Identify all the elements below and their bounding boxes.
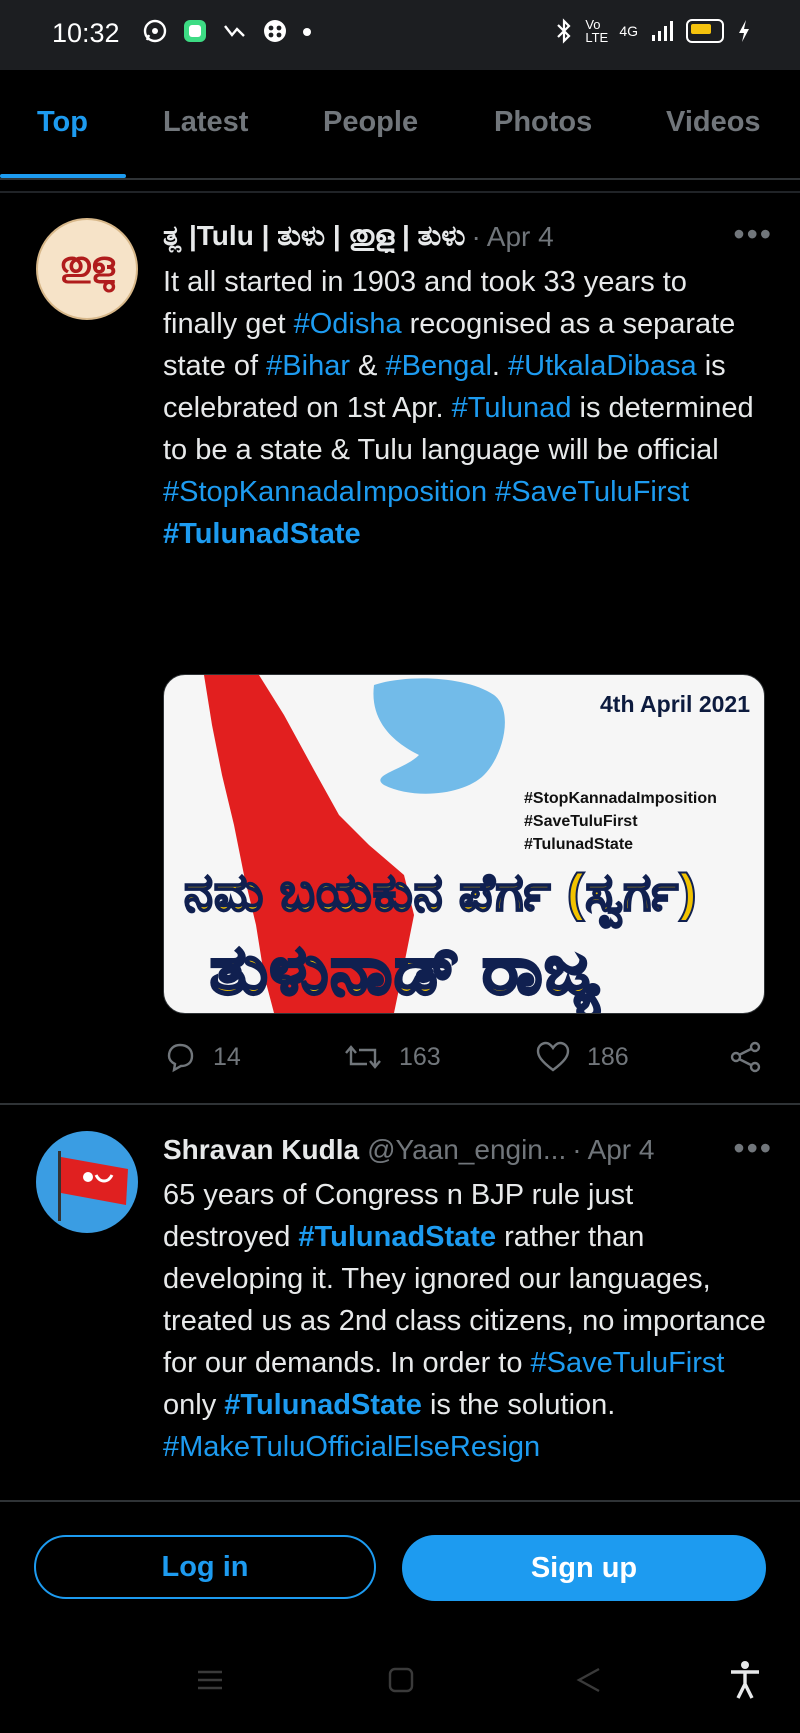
image-hashtag: #TulunadState [524, 836, 634, 853]
tweet-image[interactable]: 4th April 2021 #StopKannadaImposition #S… [163, 674, 765, 1014]
hashtag-link[interactable]: #SaveTuluFirst [495, 476, 689, 508]
tab-people[interactable]: People [323, 106, 418, 139]
hashtag-link[interactable]: #Odisha [294, 308, 402, 340]
flag-avatar-image [58, 1151, 128, 1221]
user-handle[interactable]: @Yaan_engin... [367, 1134, 566, 1166]
clock: 10:32 [52, 18, 120, 48]
hashtag-link[interactable]: #MakeTuluOfficialElseResign [163, 1431, 540, 1463]
battery-icon [686, 19, 724, 43]
log-in-button[interactable]: Log in [34, 1535, 376, 1599]
menu-icon[interactable] [196, 1666, 224, 1694]
more-options-icon[interactable]: ••• [733, 1130, 773, 1167]
like-count: 186 [587, 1042, 629, 1071]
more-options-icon[interactable]: ••• [733, 216, 773, 253]
display-name[interactable]: Shravan Kudla [163, 1134, 359, 1166]
app-notification-icon [184, 20, 206, 42]
status-bar: 10:32 Vo LTE 4G [0, 0, 800, 70]
like-button[interactable]: 186 [535, 1040, 629, 1074]
tab-latest[interactable]: Latest [163, 106, 248, 139]
tweet-body: ತ್ಲ |Tulu | ತುಳು | തുളു | ತುಳು · Apr 4 •… [163, 216, 771, 555]
tweet-text: It all started in 1903 and took 33 years… [163, 261, 767, 555]
tweet-text-segment: & [350, 350, 386, 382]
avatar[interactable] [36, 1131, 138, 1233]
signal-icon [652, 21, 673, 41]
notification-icons [142, 18, 312, 44]
game-icon [264, 20, 286, 42]
hashtag-link[interactable]: #Tulunad [452, 392, 572, 424]
avatar[interactable]: തുളു [36, 218, 138, 320]
active-tab-indicator [0, 174, 126, 178]
tweet-text: 65 years of Congress n BJP rule just des… [163, 1174, 767, 1520]
tab-top[interactable]: Top [37, 106, 88, 139]
hashtag-link[interactable]: #Bengal [385, 350, 491, 382]
hashtag-link[interactable]: #UtkalaDibasa [508, 350, 697, 382]
image-hashtag: #StopKannadaImposition [524, 790, 717, 807]
hashtag-link[interactable]: #Bihar [266, 350, 350, 382]
tweet-text-segment: . [491, 350, 509, 382]
tweet-text-segment [487, 476, 495, 508]
tab-videos[interactable]: Videos [666, 106, 761, 139]
separator-dot: · [572, 1134, 582, 1165]
charging-icon [739, 20, 749, 42]
missed-call-icon [224, 25, 245, 37]
more-notifications-dot-icon [303, 28, 311, 36]
tweet-body: Shravan Kudla @Yaan_engin... · Apr 4 •••… [163, 1130, 771, 1520]
tab-photos[interactable]: Photos [494, 106, 592, 139]
heart-icon [536, 1041, 570, 1072]
accessibility-icon[interactable] [728, 1660, 762, 1700]
image-hashtags: #StopKannadaImposition #SaveTuluFirst #T… [524, 787, 717, 856]
image-caption-line1: ನಮ ಬಯಕುನ ಪೆರ್ಗ (ಸ್ವರ್ಗ) [183, 863, 698, 923]
back-icon[interactable] [575, 1666, 603, 1694]
bluetooth-icon [557, 18, 571, 44]
separator-dot: · [471, 220, 481, 252]
hashtag-link[interactable]: #StopKannadaImposition [163, 476, 487, 508]
tweet-date[interactable]: Apr 4 [487, 221, 554, 253]
volte-indicator: Vo LTE [585, 17, 609, 45]
hashtag-link[interactable]: #TulunadState [298, 1221, 496, 1253]
reply-icon [167, 1043, 194, 1073]
display-name[interactable]: ತ್ಲ |Tulu | ತುಳು | തുളു | ತುಳು [163, 220, 465, 253]
image-hashtag: #SaveTuluFirst [524, 813, 638, 830]
network-type: 4G [619, 23, 638, 39]
system-icons: Vo LTE 4G [555, 18, 752, 44]
divider [0, 1103, 800, 1105]
whatsapp-icon [143, 19, 167, 43]
share-icon [730, 1041, 761, 1073]
image-date: 4th April 2021 [600, 691, 750, 717]
share-button[interactable] [728, 1040, 764, 1074]
hashtag-link[interactable]: #TulunadState [163, 518, 361, 550]
tweet-header: ತ್ಲ |Tulu | ತುಳು | തുളു | ತುಳು · Apr 4 [163, 220, 723, 253]
avatar-logo-text: തുളു [59, 246, 115, 284]
sign-up-button[interactable]: Sign up [402, 1535, 766, 1601]
tweet-text-segment: only [163, 1389, 225, 1421]
divider [0, 191, 800, 193]
reply-button[interactable]: 14 [163, 1040, 241, 1074]
retweet-count: 163 [399, 1042, 441, 1071]
hashtag-link[interactable]: #TulunadState [224, 1389, 422, 1421]
search-tabs: Top Latest People Photos Videos [0, 70, 800, 180]
retweet-icon [345, 1045, 381, 1069]
tweet-text-segment: is the solution. [421, 1389, 616, 1421]
image-caption-line2: ತುಳುನಾಡ್ ರಾಜ್ಯ [208, 931, 602, 1010]
tweet-actions: 14 163 186 [163, 1040, 767, 1080]
tweet-header: Shravan Kudla @Yaan_engin... · Apr 4 [163, 1134, 723, 1166]
retweet-button[interactable]: 163 [343, 1040, 441, 1074]
reply-count: 14 [213, 1042, 241, 1071]
tweet-date[interactable]: Apr 4 [588, 1134, 655, 1166]
home-icon[interactable] [387, 1666, 415, 1694]
hashtag-link[interactable]: #SaveTuluFirst [531, 1347, 725, 1379]
